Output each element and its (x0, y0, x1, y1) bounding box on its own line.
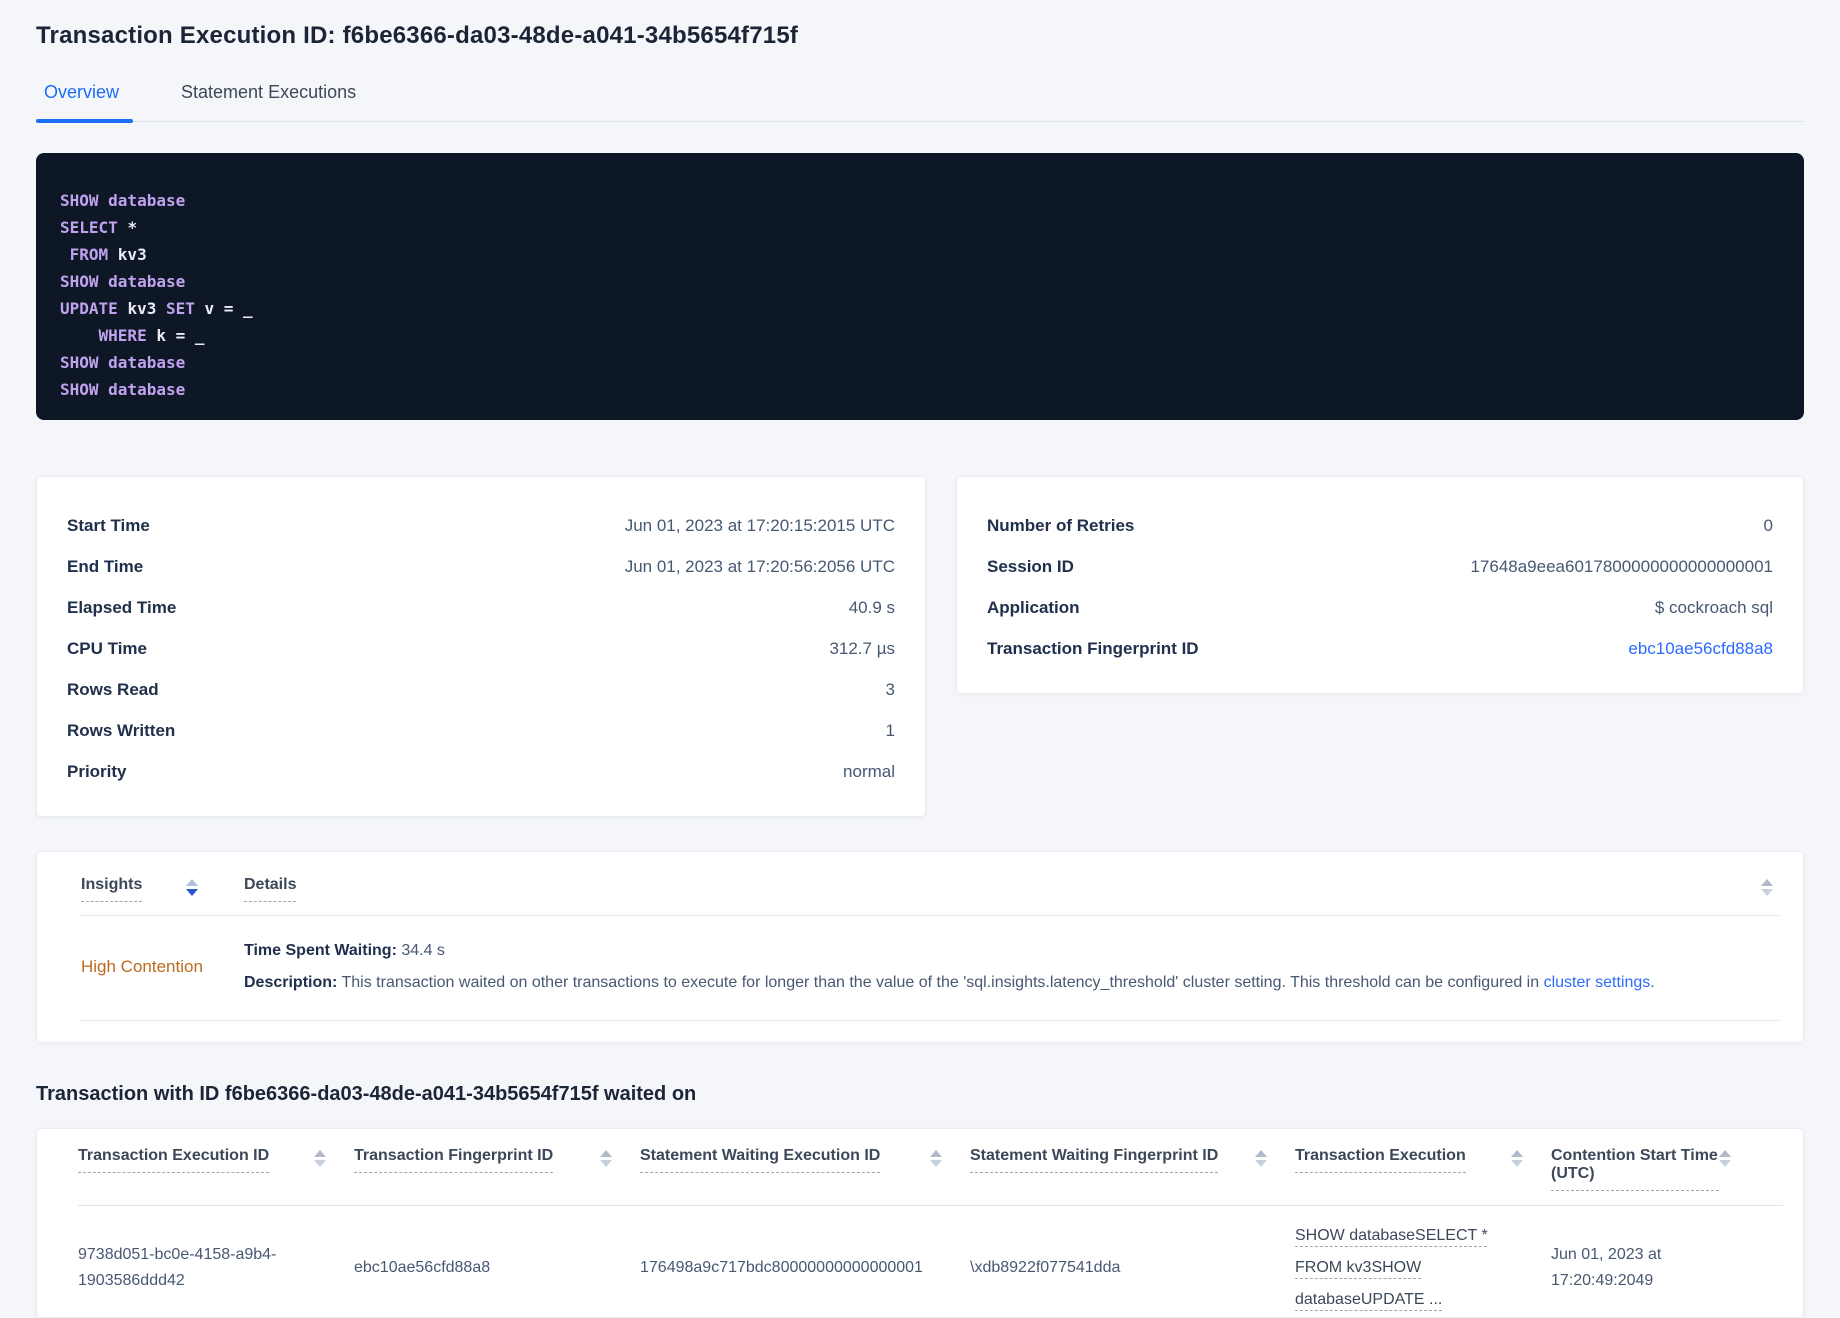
application-label: Application (987, 597, 1080, 617)
summary-row: Session ID 17648a9eea6017800000000000000… (987, 546, 1773, 587)
summary-row: Elapsed Time 40.9 s (67, 587, 895, 628)
high-contention-badge: High Contention (81, 957, 203, 976)
execution-summary-card: Start Time Jun 01, 2023 at 17:20:15:2015… (36, 476, 926, 817)
sort-icon[interactable] (186, 876, 199, 896)
insights-table-card: Insights Details High Contention Time Sp… (36, 851, 1804, 1043)
summary-row: End Time Jun 01, 2023 at 17:20:56:2056 U… (67, 546, 895, 587)
col-stmt-waiting-fingerprint-id[interactable]: Statement Waiting Fingerprint ID (970, 1147, 1219, 1173)
waited-on-table-header: Transaction Execution ID Transaction Fin… (78, 1147, 1783, 1206)
summary-row: Rows Read 3 (67, 669, 895, 710)
session-id-label: Session ID (987, 556, 1074, 576)
col-txn-execution[interactable]: Transaction Execution (1295, 1147, 1466, 1173)
cell-txn-fingerprint-id: ebc10ae56cfd88a8 (354, 1259, 491, 1276)
col-txn-fingerprint-id[interactable]: Transaction Fingerprint ID (354, 1147, 554, 1173)
tab-statement-executions[interactable]: Statement Executions (181, 82, 356, 121)
waited-on-table-row: 9738d051-bc0e-4158-a9b4-1903586ddd42 ebc… (78, 1206, 1783, 1317)
sort-icon[interactable] (1511, 1147, 1523, 1167)
waited-on-table-card: Transaction Execution ID Transaction Fin… (36, 1128, 1804, 1318)
rows-written-value: 1 (885, 720, 895, 740)
insight-description: Description: This transaction waited on … (244, 974, 1655, 991)
tab-overview[interactable]: Overview (35, 82, 134, 123)
cluster-settings-link[interactable]: cluster settings (1544, 974, 1651, 991)
sort-icon[interactable] (930, 1147, 942, 1167)
priority-label: Priority (67, 761, 127, 781)
priority-value: normal (843, 761, 895, 781)
application-value: $ cockroach sql (1654, 597, 1773, 617)
rows-written-label: Rows Written (67, 720, 176, 740)
elapsed-time-value: 40.9 s (848, 597, 895, 617)
sort-icon[interactable] (1719, 1147, 1731, 1167)
cell-stmt-waiting-execution-id: 176498a9c717bdc80000000000000001 (640, 1259, 923, 1276)
end-time-value: Jun 01, 2023 at 17:20:56:2056 UTC (624, 556, 895, 576)
col-stmt-waiting-execution-id[interactable]: Statement Waiting Execution ID (640, 1147, 881, 1173)
summary-row: Priority normal (67, 751, 895, 792)
insight-row: High Contention Time Spent Waiting: 34.4… (81, 916, 1779, 1021)
details-column-header[interactable]: Details (244, 876, 297, 902)
sql-statement-box: SHOW database SELECT * FROM kv3 SHOW datab… (36, 153, 1804, 420)
sort-icon[interactable] (600, 1147, 612, 1167)
session-summary-card: Number of Retries 0 Session ID 17648a9ee… (956, 476, 1804, 694)
cell-contention-start-time: Jun 01, 2023 at 17:20:49:2049 (1551, 1246, 1662, 1289)
summary-row: Number of Retries 0 (987, 505, 1773, 546)
insights-column-header[interactable]: Insights (81, 876, 143, 902)
cpu-time-value: 312.7 µs (829, 638, 895, 658)
rows-read-value: 3 (885, 679, 895, 699)
summary-row: Transaction Fingerprint ID ebc10ae56cfd8… (987, 628, 1773, 669)
sort-icon[interactable] (1255, 1147, 1267, 1167)
tab-bar: Overview Statement Executions (35, 82, 1804, 123)
sql-statements: SHOW database SELECT * FROM kv3 SHOW datab… (60, 191, 253, 399)
end-time-label: End Time (67, 556, 144, 576)
summary-row: CPU Time 312.7 µs (67, 628, 895, 669)
elapsed-time-label: Elapsed Time (67, 597, 177, 617)
waited-on-heading: Transaction with ID f6be6366-da03-48de-a… (36, 1083, 697, 1105)
session-id-value: 17648a9eea6017800000000000000001 (1470, 556, 1773, 576)
time-spent-waiting: Time Spent Waiting: 34.4 s (244, 942, 445, 959)
retries-value: 0 (1763, 515, 1773, 535)
txn-fingerprint-link[interactable]: ebc10ae56cfd88a8 (1628, 639, 1773, 659)
transaction-execution-page: Transaction Execution ID: f6be6366-da03-… (0, 0, 1840, 1318)
sort-icon[interactable] (1761, 876, 1773, 896)
cpu-time-label: CPU Time (67, 638, 147, 658)
summary-row: Start Time Jun 01, 2023 at 17:20:15:2015… (67, 505, 895, 546)
txn-fingerprint-label: Transaction Fingerprint ID (987, 638, 1199, 658)
cell-stmt-waiting-fingerprint-id: \xdb8922f077541dda (970, 1259, 1121, 1276)
col-txn-execution-id[interactable]: Transaction Execution ID (78, 1147, 270, 1173)
summary-cards-row: Start Time Jun 01, 2023 at 17:20:15:2015… (36, 476, 1804, 817)
sort-icon[interactable] (314, 1147, 326, 1167)
rows-read-label: Rows Read (67, 679, 159, 699)
col-contention-start-time[interactable]: Contention Start Time (UTC) (1551, 1147, 1719, 1191)
retries-label: Number of Retries (987, 515, 1135, 535)
start-time-value: Jun 01, 2023 at 17:20:15:2015 UTC (624, 515, 895, 535)
insights-table-header: Insights Details (81, 876, 1773, 915)
start-time-label: Start Time (67, 515, 150, 535)
summary-row: Application $ cockroach sql (987, 587, 1773, 628)
summary-row: Rows Written 1 (67, 710, 895, 751)
page-title: Transaction Execution ID: f6be6366-da03-… (36, 22, 799, 49)
txn-execution-statements-link[interactable]: SHOW databaseSELECT * FROM kv3SHOW datab… (1295, 1227, 1488, 1308)
cell-txn-execution-id: 9738d051-bc0e-4158-a9b4-1903586ddd42 (78, 1246, 277, 1289)
